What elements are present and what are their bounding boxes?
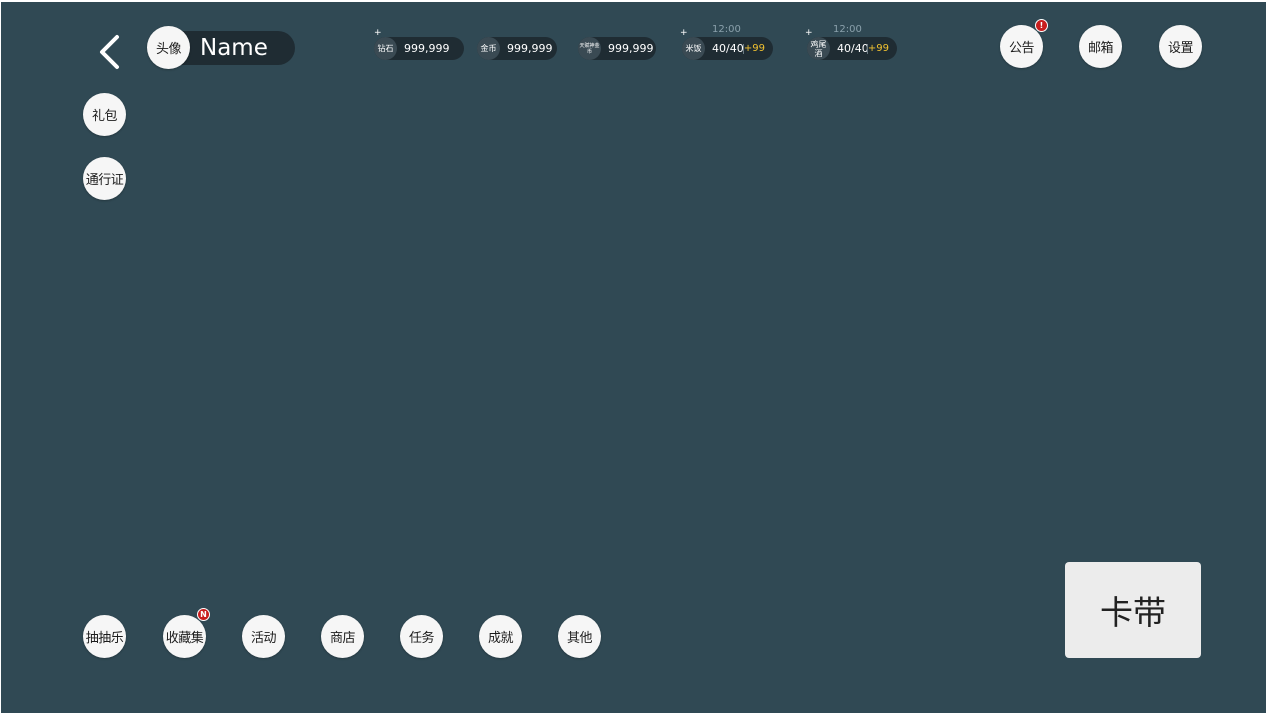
cocktail-add-icon[interactable]: + <box>805 29 813 38</box>
mail-button[interactable]: 邮箱 <box>1079 25 1122 68</box>
shop-button[interactable]: 商店 <box>321 615 364 658</box>
game-main-screen: Name 头像 + 钻石 999,999 金币 999,999 天赋神金币 99… <box>1 2 1266 713</box>
cocktail-bonus: +99 <box>867 43 889 54</box>
resource-special-coin[interactable]: 天赋神金币 999,999 <box>578 37 656 60</box>
other-button[interactable]: 其他 <box>558 615 601 658</box>
resource-rice[interactable]: 米饭 40/40 +99 <box>682 37 773 60</box>
settings-button[interactable]: 设置 <box>1159 25 1202 68</box>
rice-value: 40/40 <box>712 42 744 55</box>
special-coin-icon: 天赋神金币 <box>578 37 601 60</box>
diamond-value: 999,999 <box>404 42 450 55</box>
collection-button[interactable]: 收藏集 <box>163 615 206 658</box>
resource-gold[interactable]: 金币 999,999 <box>477 37 557 60</box>
achievements-button[interactable]: 成就 <box>479 615 522 658</box>
rice-add-icon[interactable]: + <box>680 29 688 38</box>
tasks-button[interactable]: 任务 <box>400 615 443 658</box>
battle-pass-button[interactable]: 通行证 <box>83 157 126 200</box>
gacha-button[interactable]: 抽抽乐 <box>83 615 126 658</box>
cocktail-value: 40/40 <box>837 42 869 55</box>
resource-cocktail[interactable]: 鸡尾酒 40/40 +99 <box>807 37 897 60</box>
gift-pack-button[interactable]: 礼包 <box>83 93 126 136</box>
rice-timer: 12:00 <box>712 24 741 35</box>
player-name: Name <box>200 35 268 61</box>
rice-bonus: +99 <box>743 43 765 54</box>
events-button[interactable]: 活动 <box>242 615 285 658</box>
special-coin-value: 999,999 <box>608 42 654 55</box>
notice-button[interactable]: 公告 <box>1000 25 1043 68</box>
chevron-left-icon <box>100 35 119 69</box>
rice-icon: 米饭 <box>682 37 705 60</box>
cassette-button[interactable]: 卡带 <box>1065 562 1201 658</box>
collection-new-badge: N <box>197 608 210 621</box>
gold-coin-icon: 金币 <box>477 37 500 60</box>
resource-diamond[interactable]: 钻石 999,999 <box>374 37 464 60</box>
notice-alert-badge: ! <box>1035 19 1048 32</box>
cocktail-icon: 鸡尾酒 <box>807 37 830 60</box>
avatar-button[interactable]: 头像 <box>147 26 190 69</box>
cocktail-timer: 12:00 <box>833 24 862 35</box>
gold-value: 999,999 <box>507 42 553 55</box>
back-button[interactable] <box>91 30 127 74</box>
diamond-icon: 钻石 <box>374 37 397 60</box>
diamond-add-icon[interactable]: + <box>374 29 382 38</box>
